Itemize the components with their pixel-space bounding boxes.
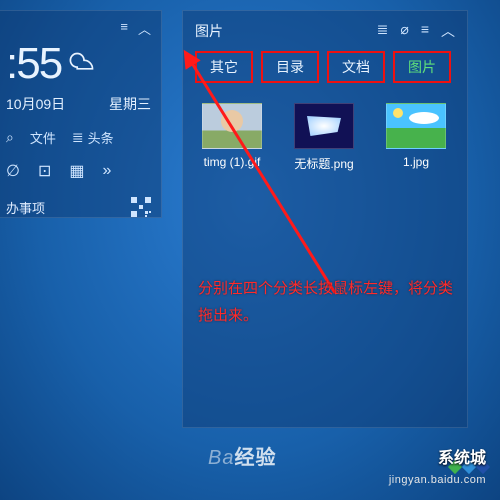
annotation-text: 分别在四个分类长按鼠标左键，将分类拖出来。 <box>198 275 458 329</box>
desktop-widget: ≡ ︿ :55 10月09日 星期三 ⌕ 文件 ≣头条 ∅ ⊡ ▦ » 办事项 <box>0 10 162 218</box>
qr-icon[interactable] <box>131 197 151 217</box>
tab-3[interactable]: 图片 <box>393 51 451 83</box>
watermark-center: Ba经验 <box>208 441 276 470</box>
file-thumbnail <box>386 103 446 149</box>
file-item[interactable]: 无标题.png <box>287 103 361 172</box>
widget-menu-icon[interactable]: ≡ <box>120 19 128 38</box>
headlines-button[interactable]: ≣头条 <box>72 128 114 147</box>
clock-time: :55 <box>6 42 61 86</box>
watermark-right-text: 系统城 <box>438 444 486 468</box>
category-tabs: 其它目录文档图片 <box>195 51 455 83</box>
headlines-icon: ≣ <box>72 129 84 146</box>
file-item[interactable]: 1.jpg <box>379 103 453 172</box>
file-item[interactable]: timg (1).gif <box>195 103 269 172</box>
search-button[interactable]: ⌕ <box>6 129 14 146</box>
widget-collapse-icon[interactable]: ︿ <box>138 19 151 38</box>
tab-2[interactable]: 文档 <box>327 51 385 83</box>
shortcut-a[interactable]: ∅ <box>6 161 20 181</box>
panel-menu-icon[interactable]: ≡ <box>421 21 429 41</box>
weekday-label: 星期三 <box>109 94 151 114</box>
shortcut-c[interactable]: ▦ <box>69 161 84 181</box>
files-button[interactable]: 文件 <box>30 128 56 147</box>
todo-label[interactable]: 办事项 <box>6 198 45 217</box>
weather-icon[interactable] <box>67 45 101 84</box>
file-name: 无标题.png <box>287 155 361 172</box>
panel-collapse-icon[interactable]: ︿ <box>441 21 455 41</box>
panel-title: 图片 <box>195 21 223 41</box>
tab-1[interactable]: 目录 <box>261 51 319 83</box>
file-name: 1.jpg <box>379 155 453 169</box>
shortcut-b[interactable]: ⊡ <box>38 161 51 181</box>
search-icon: ⌕ <box>6 129 14 146</box>
tab-0[interactable]: 其它 <box>195 51 253 83</box>
file-name: timg (1).gif <box>195 155 269 169</box>
watermark-url: jingyan.baidu.com <box>389 474 486 486</box>
file-thumbnail <box>294 103 354 149</box>
date-label: 10月09日 <box>6 94 65 114</box>
view-list-icon[interactable]: ≣ <box>377 21 389 41</box>
more-icon[interactable]: » <box>102 162 111 180</box>
file-thumbnail <box>202 103 262 149</box>
lock-icon[interactable]: ⌀ <box>400 21 408 41</box>
picture-panel: 图片 ≣ ⌀ ≡ ︿ 其它目录文档图片 timg (1).gif无标题.png1… <box>182 10 468 428</box>
thumbnail-grid: timg (1).gif 无标题.png 1.jpg <box>195 103 455 172</box>
